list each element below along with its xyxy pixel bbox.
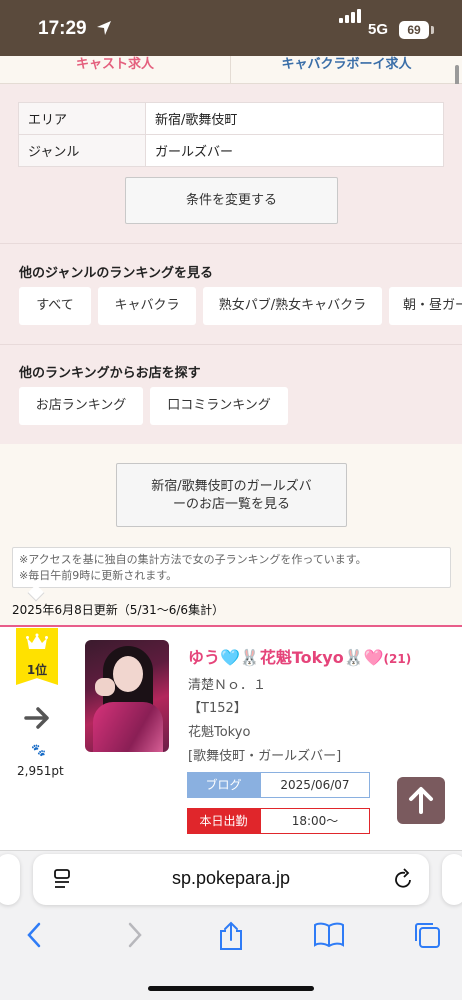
other-ranking-title: 他のランキングからお店を探す [19, 366, 201, 381]
condition-value-genre: ガールズバー [145, 134, 444, 167]
location-arrow-icon [97, 21, 111, 35]
cast-name: ゆう🩵🐰花魁Tokyo🐰🩷 [188, 648, 384, 667]
cast-height: 【T152】 [188, 701, 247, 716]
ranking-points: 2,951pt [17, 764, 64, 778]
cast-catchphrase: 清楚Ｎｏ．１ [188, 678, 267, 693]
shift-time: 18:00〜 [260, 808, 370, 834]
notice-line2: ※毎日午前9時に更新されます。 [19, 569, 178, 582]
condition-key-genre: ジャンル [18, 134, 146, 167]
shop-list-button-line2: ーのお店一覧を見る [172, 497, 290, 512]
ranking-notice: ※アクセスを基に独自の集計方法で女の子ランキングを作っています。 ※毎日午前9時… [12, 547, 451, 588]
cast-photo[interactable] [85, 640, 169, 752]
genre-chip-mature[interactable]: 熟女パブ/熟女キャバクラ [203, 287, 382, 325]
condition-key-area: エリア [18, 102, 146, 135]
scroll-top-icon [409, 787, 433, 814]
change-conditions-button[interactable]: 条件を変更する [125, 177, 338, 224]
divider [0, 344, 462, 345]
notice-line1: ※アクセスを基に独自の集計方法で女の子ランキングを作っています。 [19, 553, 367, 566]
battery-tip [431, 26, 434, 34]
search-conditions-panel: エリア 新宿/歌舞伎町 ジャンル ガールズバー 条件を変更する 他のジャンルのラ… [0, 84, 462, 444]
forward-icon[interactable] [124, 921, 144, 949]
status-bar: 17:29 5G 69 [0, 0, 462, 56]
prev-tab-card[interactable] [0, 854, 20, 905]
cast-area-genre: [歌舞伎町・ガールズバー] [188, 749, 342, 764]
other-genre-title: 他のジャンルのランキングを見る [19, 266, 213, 281]
shop-ranking-chip[interactable]: お店ランキング [19, 387, 143, 425]
tab-cast-jobs[interactable]: キャスト求人 [0, 56, 231, 84]
next-tab-card[interactable] [442, 854, 462, 905]
url-text: sp.pokepara.jp [171, 868, 291, 888]
rank-badge: 1位 [16, 628, 58, 685]
reload-icon[interactable] [394, 868, 414, 890]
scroll-top-button[interactable] [397, 777, 445, 824]
condition-value-area: 新宿/歌舞伎町 [145, 102, 444, 135]
conditions-table: エリア 新宿/歌舞伎町 ジャンル ガールズバー [18, 102, 444, 167]
bookmarks-icon[interactable] [313, 921, 345, 949]
table-row: ジャンル ガールズバー [18, 134, 444, 167]
paw-icon: 🐾 [31, 743, 46, 757]
crown-icon [26, 633, 48, 649]
battery-icon: 69 [399, 21, 429, 39]
shop-list-button-line1: 新宿/歌舞伎町のガールズバ [151, 479, 312, 494]
rank-number: 1位 [26, 663, 48, 677]
back-icon[interactable] [25, 921, 45, 949]
status-time: 17:29 [38, 18, 87, 39]
genre-chip-daytime[interactable]: 朝・昼ガー [389, 287, 462, 325]
divider [0, 243, 462, 244]
cast-name-link[interactable]: ゆう🩵🐰花魁Tokyo🐰🩷(21) [188, 644, 411, 668]
blog-date: 2025/06/07 [260, 772, 370, 798]
address-bar[interactable]: sp.pokepara.jp [33, 854, 429, 905]
shop-list-button[interactable]: 新宿/歌舞伎町のガールズバ ーのお店一覧を見る [116, 463, 347, 527]
genre-chip-cabaret[interactable]: キャバクラ [98, 287, 196, 325]
network-type: 5G [368, 21, 389, 38]
table-row: エリア 新宿/歌舞伎町 [18, 102, 444, 135]
top-tabs: キャスト求人 キャバクラボーイ求人 [0, 56, 462, 84]
shift-label: 本日出勤 [187, 808, 260, 834]
shift-tag: 本日出勤 18:00〜 [187, 808, 370, 834]
updated-date: 2025年6月8日更新（5/31〜6/6集計） [12, 603, 225, 617]
cast-shop[interactable]: 花魁Tokyo [188, 721, 250, 740]
share-icon[interactable] [218, 921, 244, 951]
review-ranking-chip[interactable]: 口コミランキング [150, 387, 288, 425]
home-indicator [148, 986, 314, 991]
blog-label: ブログ [187, 772, 260, 798]
tab-boy-jobs[interactable]: キャバクラボーイ求人 [231, 56, 462, 84]
genre-chip-all[interactable]: すべて [19, 287, 91, 325]
cast-age: (21) [383, 652, 412, 666]
tabs-icon[interactable] [413, 921, 441, 949]
blog-tag[interactable]: ブログ 2025/06/07 [187, 772, 370, 798]
right-arrow-icon [24, 707, 49, 729]
